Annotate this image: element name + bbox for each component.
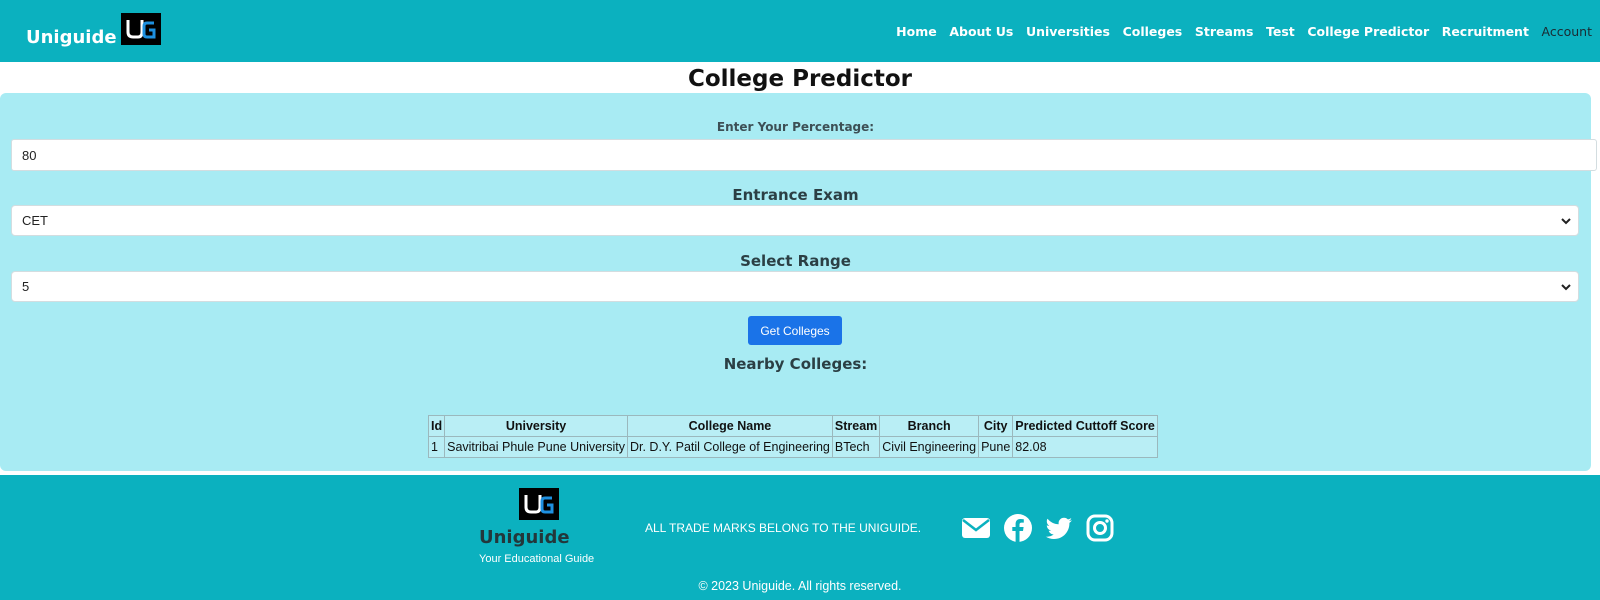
copyright-text: © 2023 Uniguide. All rights reserved. bbox=[698, 579, 902, 593]
column-header-cutoff: Predicted Cuttoff Score bbox=[1012, 415, 1158, 437]
envelope-icon[interactable] bbox=[961, 513, 991, 543]
get-colleges-button[interactable]: Get Colleges bbox=[748, 316, 842, 345]
entrance-exam-label: Entrance Exam bbox=[732, 186, 859, 204]
column-header-college-name: College Name bbox=[626, 415, 833, 437]
footer: Uniguide Your Educational Guide ALL TRAD… bbox=[0, 475, 1600, 600]
nav-account[interactable]: Account bbox=[1542, 24, 1592, 39]
page-title: College Predictor bbox=[687, 66, 913, 92]
nav-home[interactable]: Home bbox=[896, 24, 937, 39]
nav-menu: Home About Us Universities Colleges Stre… bbox=[884, 24, 1592, 39]
entrance-exam-value: CET bbox=[22, 213, 48, 228]
table-row: 1 Savitribai Phule Pune University Dr. D… bbox=[427, 436, 1158, 458]
nav-college-predictor[interactable]: College Predictor bbox=[1307, 24, 1429, 39]
cell-city: Pune bbox=[978, 436, 1014, 458]
table-header-row: Id University College Name Stream Branch… bbox=[427, 415, 1158, 437]
uniguide-logo[interactable] bbox=[121, 13, 161, 45]
column-header-city: City bbox=[978, 415, 1014, 437]
percentage-input[interactable]: 80 bbox=[11, 139, 1597, 171]
column-header-branch: Branch bbox=[879, 415, 980, 437]
cell-university: Savitribai Phule Pune University bbox=[444, 436, 628, 458]
nav-streams[interactable]: Streams bbox=[1195, 24, 1254, 39]
results-table: Id University College Name Stream Branch… bbox=[427, 415, 1158, 458]
footer-tagline: Your Educational Guide bbox=[479, 553, 595, 565]
footer-uniguide-logo[interactable] bbox=[519, 488, 559, 520]
facebook-icon[interactable] bbox=[1003, 513, 1033, 543]
range-value: 5 bbox=[22, 279, 30, 294]
nav-test[interactable]: Test bbox=[1266, 24, 1295, 39]
column-header-university: University bbox=[444, 415, 628, 437]
twitter-icon[interactable] bbox=[1044, 513, 1074, 543]
column-header-id: Id bbox=[427, 415, 446, 437]
trademark-notice: ALL TRADE MARKS BELONG TO THE UNIGUIDE. bbox=[645, 521, 922, 535]
cell-cutoff: 82.08 bbox=[1012, 436, 1158, 458]
entrance-exam-select[interactable]: CET bbox=[11, 205, 1579, 236]
nearby-colleges-heading: Nearby Colleges: bbox=[723, 355, 868, 373]
column-header-stream: Stream bbox=[831, 415, 881, 437]
cell-id: 1 bbox=[427, 436, 446, 458]
cell-stream: BTech bbox=[831, 436, 881, 458]
chevron-down-icon bbox=[1561, 218, 1571, 225]
select-range-label: Select Range bbox=[740, 252, 851, 270]
predictor-form-panel: Enter Your Percentage: 80 Entrance Exam … bbox=[0, 93, 1597, 471]
nav-recruitment[interactable]: Recruitment bbox=[1442, 24, 1529, 39]
nav-colleges[interactable]: Colleges bbox=[1123, 24, 1183, 39]
chevron-down-icon bbox=[1561, 284, 1571, 291]
instagram-icon[interactable] bbox=[1085, 513, 1115, 543]
cell-college-name: Dr. D.Y. Patil College of Engineering bbox=[626, 436, 833, 458]
cell-branch: Civil Engineering bbox=[879, 436, 980, 458]
nav-about-us[interactable]: About Us bbox=[949, 24, 1013, 39]
brand-name[interactable]: Uniguide bbox=[26, 27, 117, 48]
percentage-label: Enter Your Percentage: bbox=[716, 120, 875, 134]
footer-brand-name: Uniguide bbox=[479, 527, 570, 548]
navbar: Uniguide Home About Us Universities Coll… bbox=[0, 0, 1600, 62]
range-select[interactable]: 5 bbox=[11, 271, 1579, 302]
nav-universities[interactable]: Universities bbox=[1026, 24, 1110, 39]
